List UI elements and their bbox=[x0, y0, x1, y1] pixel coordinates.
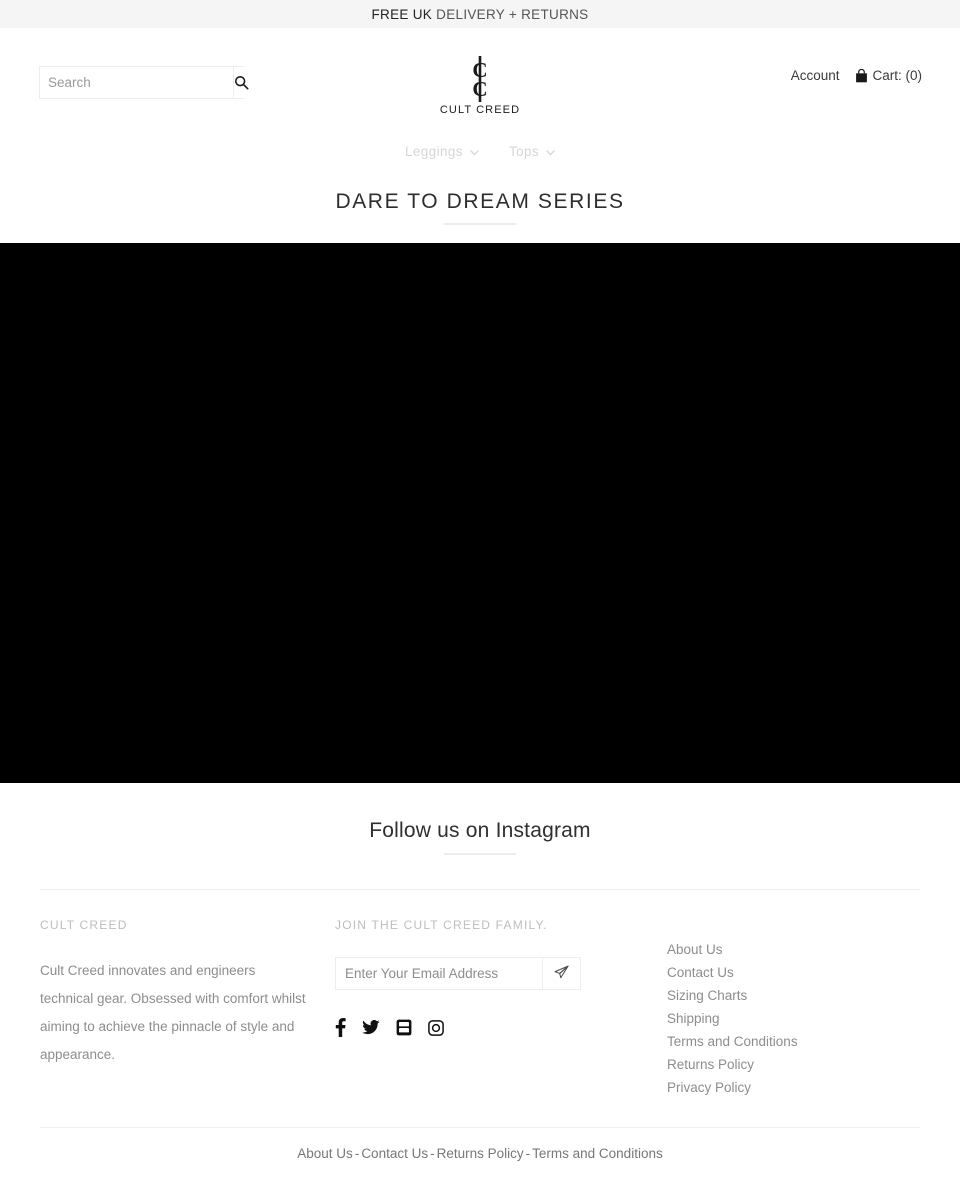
site-footer: CULT CREED Cult Creed innovates and engi… bbox=[0, 889, 960, 1181]
footer-bottom-separator: - bbox=[525, 1146, 531, 1161]
paper-plane-icon bbox=[554, 965, 569, 983]
facebook-icon[interactable] bbox=[335, 1018, 346, 1037]
page-title: DARE TO DREAM SERIES bbox=[335, 190, 625, 213]
nav-item-leggings[interactable]: Leggings bbox=[405, 144, 479, 159]
shopping-bag-icon bbox=[855, 68, 868, 83]
footer-about-text: Cult Creed innovates and engineers techn… bbox=[40, 963, 306, 1062]
announcement-text: FREE UK DELIVERY + RETURNS bbox=[372, 7, 589, 22]
list-item: Contact Us bbox=[667, 963, 920, 982]
announcement-strong: FREE UK bbox=[371, 6, 433, 22]
newsletter-heading: JOIN THE CULT CREED FAMILY. bbox=[335, 918, 548, 932]
twitter-icon[interactable] bbox=[362, 1020, 380, 1035]
footer-link[interactable]: Returns Policy bbox=[667, 1057, 754, 1072]
footer-link[interactable]: Shipping bbox=[667, 1011, 720, 1026]
hero-banner[interactable] bbox=[0, 243, 960, 783]
footer-bottom-link-about[interactable]: About Us bbox=[297, 1146, 353, 1161]
instagram-icon[interactable] bbox=[428, 1019, 444, 1036]
main-navigation: Leggings Tops bbox=[0, 135, 960, 168]
footer-bottom-separator: - bbox=[430, 1146, 435, 1161]
cc-monogram-icon: C C bbox=[460, 56, 500, 102]
footer-about-heading: CULT CREED bbox=[40, 918, 128, 932]
footer-bottom-link-returns[interactable]: Returns Policy bbox=[437, 1146, 524, 1161]
svg-text:C: C bbox=[472, 77, 487, 101]
site-logo[interactable]: C C CULT CREED bbox=[0, 56, 960, 116]
chevron-down-icon bbox=[546, 144, 555, 159]
chevron-down-icon bbox=[470, 144, 479, 159]
social-links bbox=[335, 1018, 627, 1037]
footer-bottom-bar: About Us - Contact Us - Returns Policy - Terms… bbox=[40, 1128, 920, 1181]
footer-newsletter-column: JOIN THE CULT CREED FAMILY. bbox=[335, 918, 627, 1101]
account-link[interactable]: Account bbox=[791, 68, 840, 83]
instagram-heading-rule bbox=[444, 853, 516, 855]
list-item: Sizing Charts bbox=[667, 986, 920, 1005]
page-title-section: DARE TO DREAM SERIES bbox=[0, 168, 960, 243]
footer-link[interactable]: Sizing Charts bbox=[667, 988, 747, 1003]
footer-link-list: About Us Contact Us Sizing Charts Shippi… bbox=[667, 940, 920, 1097]
cart-link[interactable]: Cart: (0) bbox=[855, 68, 922, 83]
instagram-heading: Follow us on Instagram bbox=[369, 819, 591, 842]
header-utility-links: Account Cart: (0) bbox=[791, 68, 922, 83]
youtube-icon[interactable] bbox=[396, 1019, 412, 1036]
footer-columns: CULT CREED Cult Creed innovates and engi… bbox=[40, 890, 920, 1127]
announcement-rest: DELIVERY + RETURNS bbox=[432, 6, 589, 22]
site-header: C C CULT CREED Account Cart: (0) bbox=[0, 28, 960, 135]
list-item: Returns Policy bbox=[667, 1055, 920, 1074]
page-root: FREE UK DELIVERY + RETURNS C C bbox=[0, 0, 960, 1181]
footer-links-column: About Us Contact Us Sizing Charts Shippi… bbox=[627, 918, 920, 1101]
footer-link[interactable]: Privacy Policy bbox=[667, 1080, 751, 1095]
footer-link[interactable]: About Us bbox=[667, 942, 723, 957]
footer-bottom-link-terms[interactable]: Terms and Conditions bbox=[532, 1146, 663, 1161]
footer-link[interactable]: Contact Us bbox=[667, 965, 734, 980]
cart-label: Cart: (0) bbox=[872, 68, 922, 83]
list-item: Shipping bbox=[667, 1009, 920, 1028]
footer-link[interactable]: Terms and Conditions bbox=[667, 1034, 798, 1049]
nav-item-label: Leggings bbox=[404, 144, 463, 159]
newsletter-form[interactable] bbox=[335, 957, 581, 990]
announcement-bar: FREE UK DELIVERY + RETURNS bbox=[0, 0, 960, 28]
newsletter-email-input[interactable] bbox=[336, 958, 542, 989]
logo-wordmark: CULT CREED bbox=[439, 104, 521, 116]
list-item: Privacy Policy bbox=[667, 1078, 920, 1097]
list-item: Terms and Conditions bbox=[667, 1032, 920, 1051]
newsletter-submit-button[interactable] bbox=[542, 958, 580, 989]
footer-about-column: CULT CREED Cult Creed innovates and engi… bbox=[40, 918, 335, 1101]
footer-bottom-separator: - bbox=[354, 1146, 360, 1161]
instagram-section: Follow us on Instagram bbox=[0, 783, 960, 855]
page-title-rule bbox=[444, 223, 516, 225]
nav-item-tops[interactable]: Tops bbox=[509, 144, 555, 159]
footer-bottom-link-contact[interactable]: Contact Us bbox=[361, 1146, 428, 1161]
list-item: About Us bbox=[667, 940, 920, 959]
nav-item-label: Tops bbox=[508, 144, 540, 159]
